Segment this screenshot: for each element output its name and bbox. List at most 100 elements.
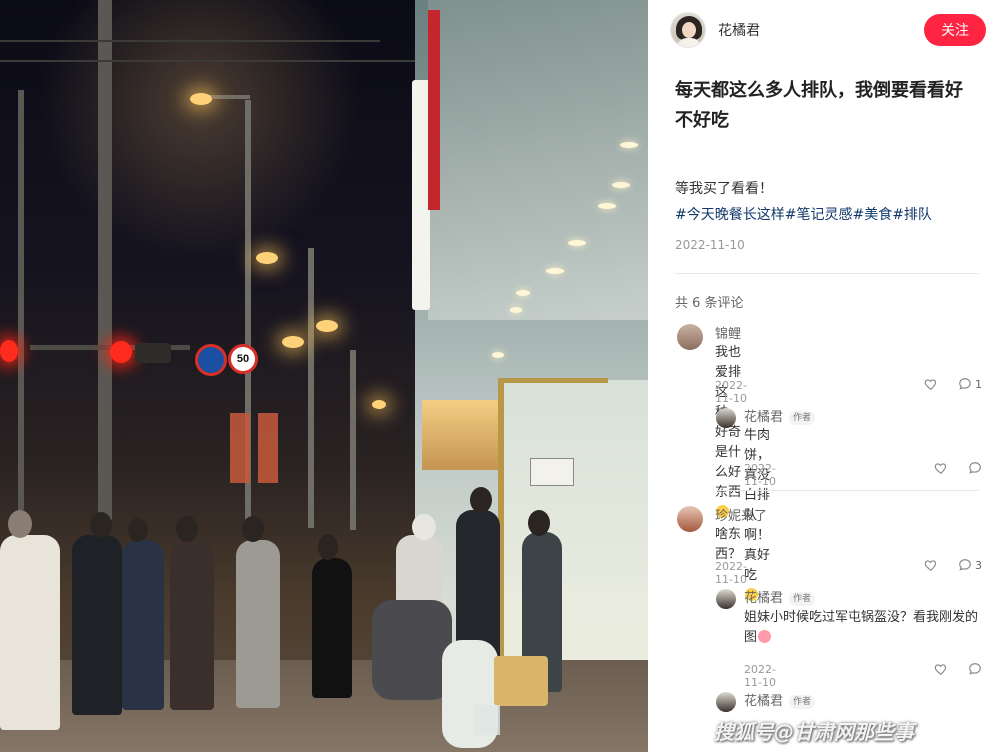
divider xyxy=(716,490,979,491)
author-badge: 作者 xyxy=(789,411,816,425)
heart-icon[interactable] xyxy=(934,461,948,475)
comment-text: 我也爱排这种，好奇是什么好东西 xyxy=(715,343,741,523)
commenter-name[interactable]: 锦鲤 xyxy=(715,323,741,342)
person-head xyxy=(528,510,550,536)
utility-pole xyxy=(98,0,112,520)
lamp-post xyxy=(308,248,314,528)
comment-actions: 3 xyxy=(924,558,982,572)
replier-name-text: 花橘君 xyxy=(744,591,784,606)
note-body: 等我买了看看！ xyxy=(675,181,773,197)
person-in-queue xyxy=(236,540,280,708)
person-head xyxy=(8,510,32,538)
comment-bubble-icon[interactable] xyxy=(958,377,972,391)
ceiling-light xyxy=(492,352,504,358)
reply-text: 姐妹小时候吃过军屯锅盔没？看我刚发的图 xyxy=(744,608,984,648)
tag-link[interactable]: #美食 xyxy=(852,207,892,223)
street-lamp xyxy=(316,320,338,332)
speed-limit-sign: 50 xyxy=(228,344,258,374)
ceiling-light xyxy=(568,240,586,246)
reply-date: 2022-11-10 xyxy=(744,462,776,488)
tag-link[interactable]: #排队 xyxy=(892,207,932,223)
person-head xyxy=(242,516,264,542)
commenter-name[interactable]: 珍妮来了 xyxy=(715,505,767,524)
author-badge: 作者 xyxy=(789,592,816,606)
ceiling-light xyxy=(510,307,522,313)
author-row: 花橘君 xyxy=(670,12,760,48)
shop-awning xyxy=(428,0,648,320)
reply-text-line: 图 xyxy=(744,628,984,648)
comment-date: 2022-11-10 xyxy=(715,379,747,405)
pig-emoji-icon xyxy=(758,630,772,643)
person-head xyxy=(470,487,492,513)
ceiling-light xyxy=(620,142,638,148)
person-in-queue xyxy=(170,540,214,710)
person-head xyxy=(176,516,198,542)
heart-icon[interactable] xyxy=(924,558,938,572)
street-banner xyxy=(258,413,278,483)
lamp-post xyxy=(350,350,356,530)
blurred-plate xyxy=(474,705,500,735)
tag-link[interactable]: #今天晚餐长这样 xyxy=(675,207,785,223)
comment-bubble-icon[interactable] xyxy=(958,558,972,572)
reply-actions xyxy=(934,662,985,676)
tag-link[interactable]: #笔记灵感 xyxy=(785,207,853,223)
comment-bubble-icon[interactable] xyxy=(968,461,982,475)
replier-name[interactable]: 花橘君 作者 xyxy=(744,406,816,425)
door-frame xyxy=(498,378,608,383)
replier-avatar[interactable] xyxy=(716,408,736,428)
heart-icon[interactable] xyxy=(934,662,948,676)
person-in-queue xyxy=(122,540,164,710)
store-notice-board xyxy=(530,458,574,486)
author-badge: 作者 xyxy=(789,695,816,709)
street-lamp xyxy=(256,252,278,264)
shop-sign-red xyxy=(428,10,440,210)
comment-bubble-icon[interactable] xyxy=(968,662,982,676)
ceiling-light xyxy=(598,203,616,209)
person-head xyxy=(90,512,112,538)
replier-name[interactable]: 花橘君 作者 xyxy=(744,690,816,709)
person-in-queue xyxy=(0,535,60,730)
note-photo[interactable]: 50 xyxy=(0,0,648,752)
replier-name-text: 花橘君 xyxy=(744,410,784,425)
replier-avatar[interactable] xyxy=(716,692,736,712)
reply-actions xyxy=(934,461,985,475)
follow-button[interactable]: 关注 xyxy=(924,14,986,46)
traffic-signal-housing xyxy=(135,343,171,363)
person-head xyxy=(318,534,338,560)
author-avatar[interactable] xyxy=(670,12,706,48)
person-in-queue xyxy=(72,535,122,715)
note-title: 每天都这么多人排队，我倒要看看好不好吃 xyxy=(675,80,963,131)
comment-count: 共 6 条评论 xyxy=(675,296,744,311)
street-banner xyxy=(230,413,250,483)
heart-icon[interactable] xyxy=(924,377,938,391)
comment-date: 2022-11-10 xyxy=(715,560,747,586)
replier-avatar[interactable] xyxy=(716,589,736,609)
ceiling-light xyxy=(612,182,630,188)
person-in-queue xyxy=(312,558,352,698)
reply-text-line: 姐妹小时候吃过军屯锅盔没？看我刚发的 xyxy=(744,610,979,625)
reply-count: 1 xyxy=(975,377,982,391)
replier-name[interactable]: 花橘君 作者 xyxy=(744,587,816,606)
person-head xyxy=(128,518,148,542)
scooter-with-cover xyxy=(372,600,452,700)
lit-shop-window xyxy=(422,400,502,470)
author-name[interactable]: 花橘君 xyxy=(718,20,760,40)
commenter-avatar[interactable] xyxy=(677,324,703,350)
note-detail-panel: 花橘君 关注 每天都这么多人排队，我倒要看看好不好吃 等我买了看看！ #今天晚餐… xyxy=(648,0,993,752)
replier-name-text: 花橘君 xyxy=(744,694,784,709)
red-traffic-light xyxy=(0,340,18,362)
divider xyxy=(675,273,979,274)
no-parking-sign xyxy=(195,344,227,376)
reply-count: 3 xyxy=(975,558,982,572)
cardboard-box xyxy=(494,656,548,706)
note-date: 2022-11-10 xyxy=(675,238,745,252)
person-helmet xyxy=(412,514,436,540)
reply-date: 2022-11-10 xyxy=(744,663,776,689)
comment-actions: 1 xyxy=(924,377,982,391)
watermark: 搜狐号@甘肃网那些事 xyxy=(714,720,914,744)
commenter-avatar[interactable] xyxy=(677,506,703,532)
power-line xyxy=(0,60,420,62)
reply-text-content: 图 xyxy=(744,630,758,645)
utility-pole xyxy=(18,90,24,510)
power-line xyxy=(0,40,380,42)
